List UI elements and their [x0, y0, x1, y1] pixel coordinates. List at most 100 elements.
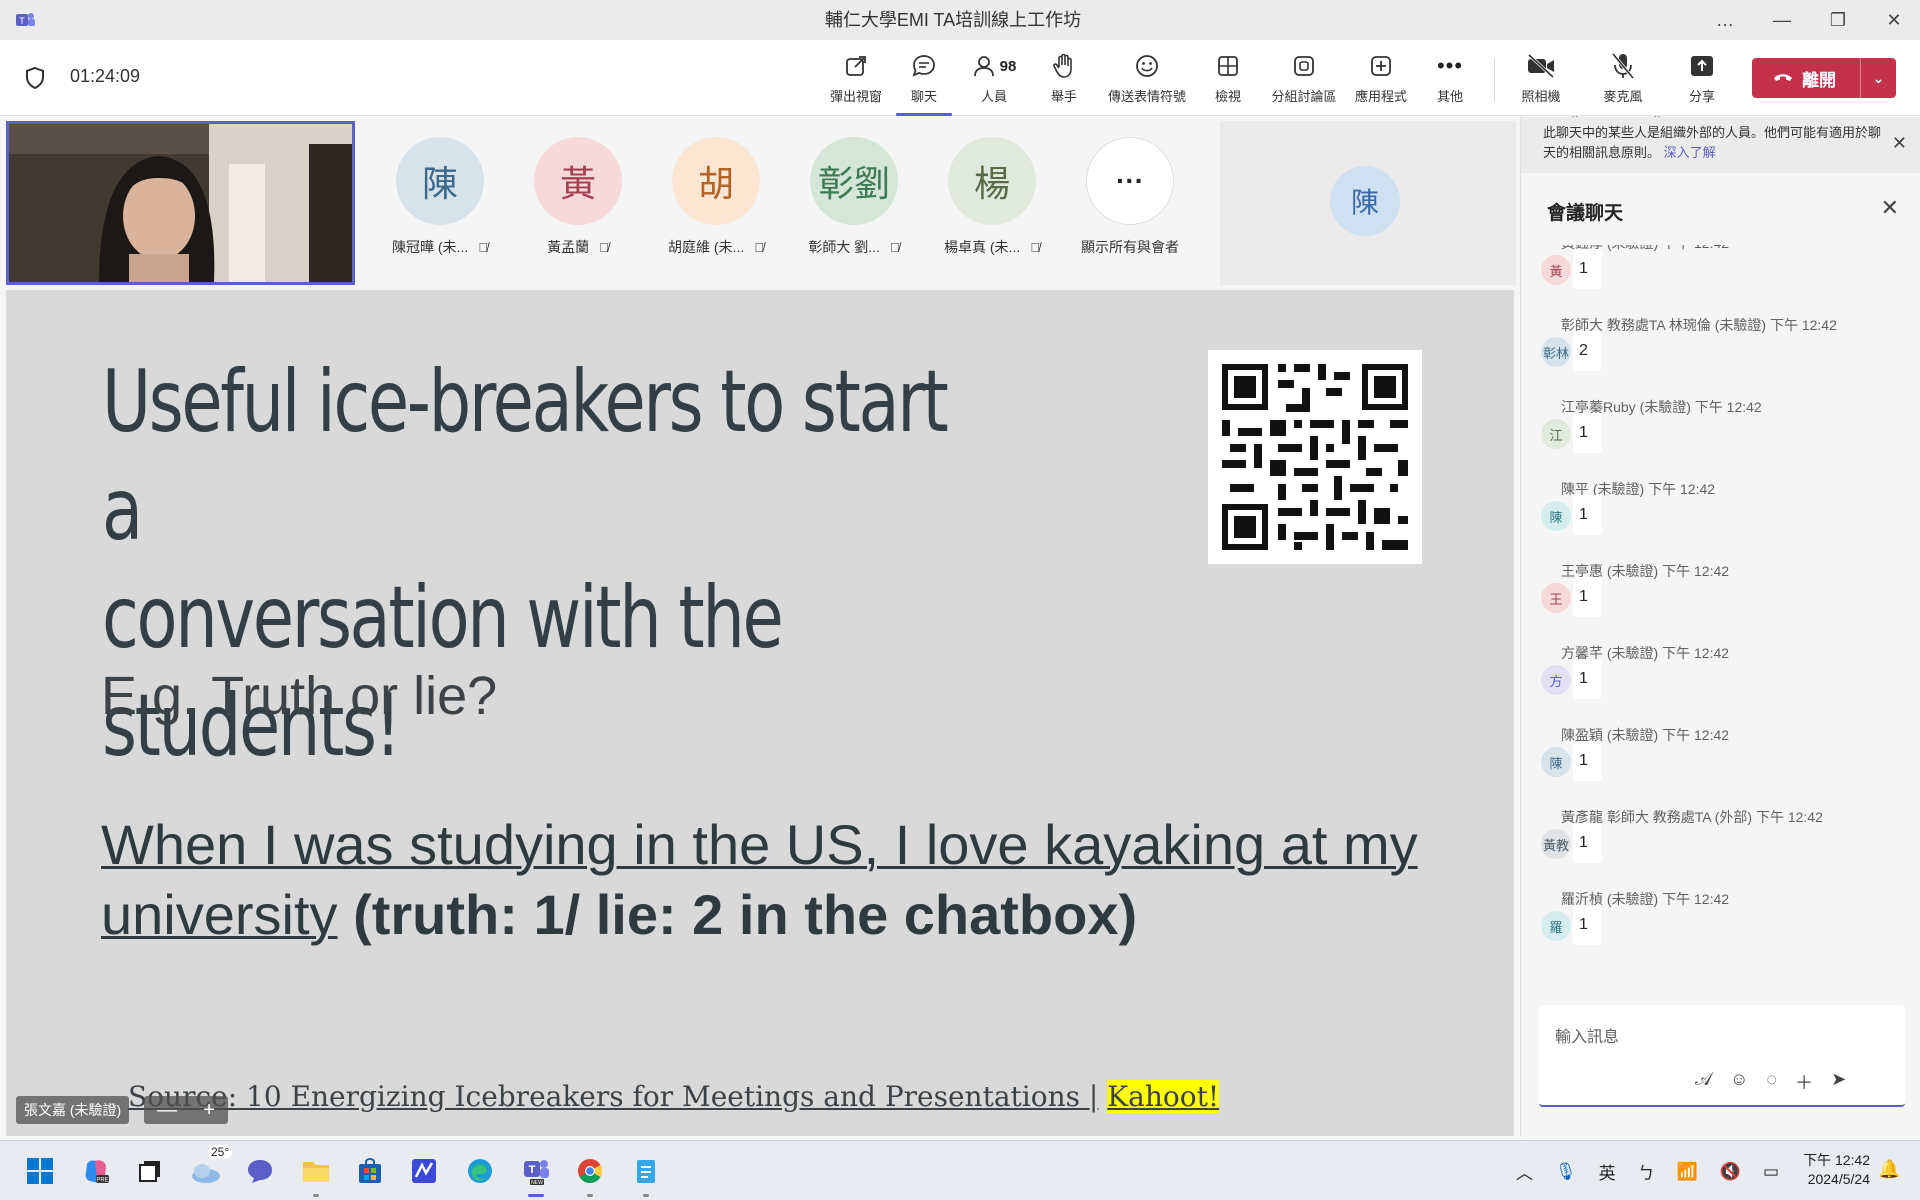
- apps-button[interactable]: 應用程式: [1352, 50, 1410, 112]
- view-icon: [1218, 56, 1238, 76]
- running-indicator: [587, 1194, 593, 1197]
- message-input[interactable]: 輸入訊息: [1555, 1023, 1619, 1047]
- clock-time: 下午 12:42: [1803, 1152, 1870, 1168]
- running-indicator: [643, 1194, 649, 1197]
- mic-muted-icon: 🎙̸: [1030, 240, 1040, 255]
- compose-box[interactable]: 輸入訊息 𝒜 ☺ ◌ ＋ ➤: [1539, 1005, 1905, 1107]
- avatar: 羅: [1541, 911, 1571, 941]
- close-window-button[interactable]: ✕: [1866, 0, 1920, 40]
- restore-button[interactable]: ❐: [1810, 0, 1866, 40]
- teams-chat-taskbar-icon[interactable]: [240, 1151, 280, 1191]
- notification-bell-icon[interactable]: 🔔: [1878, 1159, 1900, 1180]
- source-link-highlight[interactable]: Kahoot!: [1107, 1080, 1220, 1113]
- avatar: 王: [1541, 583, 1571, 613]
- emoji-icon[interactable]: ☺: [1730, 1069, 1748, 1095]
- start-button[interactable]: [20, 1151, 60, 1191]
- battery-icon[interactable]: ▭: [1763, 1162, 1779, 1182]
- breakout-icon: [1294, 56, 1314, 76]
- participant-tile[interactable]: 彰劉 彰師大 劉... 🎙̸: [794, 137, 914, 277]
- slide-statement: When I was studying in the US, I love ka…: [101, 810, 1431, 950]
- chat-icon: [912, 55, 935, 77]
- avatar: 黃: [534, 137, 622, 225]
- participant-name: 楊卓真 (未...: [944, 239, 1021, 255]
- statement-instruction: (truth: 1/ lie: 2 in the chatbox): [353, 883, 1138, 946]
- participant-name: 胡庭維 (未...: [668, 239, 745, 255]
- breakout-rooms-button[interactable]: 分組討論區: [1268, 50, 1340, 112]
- input-mode-icon[interactable]: ㄅ: [1638, 1159, 1655, 1184]
- people-icon: [973, 56, 994, 77]
- apps-icon: [1371, 56, 1391, 76]
- more-button[interactable]: ••• 其他: [1422, 50, 1478, 112]
- learn-more-link[interactable]: 深入了解: [1664, 145, 1716, 160]
- active-tab-indicator: [896, 113, 952, 116]
- show-hidden-icons-chevron-icon[interactable]: ︿: [1516, 1159, 1533, 1184]
- pop-out-button[interactable]: 彈出視窗: [826, 50, 886, 112]
- file-explorer-taskbar-icon[interactable]: [296, 1151, 336, 1197]
- chat-message-list[interactable]: 黃鈺淳 (未驗證) 下午 12:42 黃 1 彰師大 教務處TA 林琬倫 (未驗…: [1521, 245, 1920, 1107]
- breakout-label: 分組討論區: [1271, 89, 1337, 104]
- share-icon: [1691, 56, 1713, 76]
- message-text: 1: [1573, 577, 1602, 617]
- task-view-taskbar-icon[interactable]: [130, 1151, 170, 1191]
- send-icon[interactable]: ➤: [1831, 1069, 1846, 1095]
- compose-toolbar: 𝒜 ☺ ◌ ＋ ➤: [1695, 1069, 1846, 1095]
- weather-temperature: 25°: [208, 1145, 233, 1159]
- whiteboard-taskbar-icon[interactable]: [404, 1151, 444, 1191]
- leave-main[interactable]: 離開: [1752, 58, 1860, 98]
- avatar: 江: [1541, 419, 1571, 449]
- participant-tile[interactable]: 黃 黃孟蘭 🎙̸: [518, 137, 638, 277]
- attach-icon[interactable]: ＋: [1795, 1069, 1813, 1095]
- react-button[interactable]: 傳送表情符號: [1102, 50, 1192, 112]
- chrome-taskbar-icon[interactable]: [570, 1151, 610, 1197]
- participant-tile[interactable]: 胡 胡庭維 (未... 🎙̸: [656, 137, 776, 277]
- title-bar: T 輔仁大學EMI TA培訓線上工作坊 … — ❐ ✕: [0, 0, 1920, 40]
- dismiss-notice-icon[interactable]: ✕: [1892, 133, 1907, 153]
- teams-taskbar-icon[interactable]: T NEW: [516, 1151, 556, 1197]
- show-all-participants-button[interactable]: ··· 顯示所有與會者: [1070, 137, 1190, 277]
- whiteboard-icon: [412, 1159, 436, 1183]
- store-taskbar-icon[interactable]: [350, 1151, 390, 1191]
- leave-options-chevron-icon[interactable]: ⌄: [1861, 70, 1896, 87]
- format-icon[interactable]: 𝒜: [1695, 1069, 1712, 1095]
- zoom-in-button[interactable]: +: [203, 1099, 215, 1122]
- camera-button[interactable]: 照相機: [1512, 50, 1570, 112]
- more-icon: •••: [1436, 53, 1464, 78]
- speaker-muted-icon[interactable]: 🔇: [1720, 1162, 1741, 1182]
- share-button[interactable]: 分享: [1674, 50, 1730, 112]
- participant-count: 98: [999, 57, 1017, 75]
- toolbar-divider: [1494, 58, 1495, 102]
- more-options-icon[interactable]: …: [1697, 0, 1753, 40]
- zoom-out-button[interactable]: —: [157, 1099, 177, 1122]
- microphone-in-use-icon[interactable]: 🎙: [1555, 1162, 1577, 1182]
- edge-taskbar-icon[interactable]: [460, 1151, 500, 1191]
- leave-button[interactable]: 離開 ⌄: [1752, 58, 1896, 98]
- notepad-taskbar-icon[interactable]: [626, 1151, 666, 1197]
- participant-tile-large[interactable]: 陳: [1220, 121, 1516, 285]
- pop-out-label: 彈出視窗: [829, 89, 882, 104]
- weather-widget[interactable]: 25°: [186, 1145, 233, 1191]
- message-text: 1: [1573, 249, 1602, 289]
- more-participants-icon: ···: [1086, 137, 1174, 225]
- loop-component-icon[interactable]: ◌: [1766, 1069, 1777, 1095]
- raise-hand-button[interactable]: 舉手: [1036, 50, 1092, 112]
- taskbar-clock[interactable]: 下午 12:42 2024/5/24: [1790, 1151, 1870, 1189]
- participant-tile[interactable]: 楊 楊卓真 (未... 🎙̸: [932, 137, 1052, 277]
- people-button[interactable]: 98 人員: [964, 50, 1024, 112]
- self-video-tile[interactable]: [6, 121, 355, 285]
- slide-title-line-1: Useful ice-breakers to start a: [102, 352, 949, 560]
- chat-button[interactable]: 聊天: [896, 50, 952, 116]
- wifi-icon[interactable]: 📶: [1677, 1162, 1698, 1182]
- avatar: 陳: [1541, 747, 1571, 777]
- input-method-indicator[interactable]: 英: [1599, 1159, 1616, 1184]
- participant-tile[interactable]: 陳 陳冠曄 (未... 🎙̸: [380, 137, 500, 277]
- close-chat-icon[interactable]: ✕: [1881, 195, 1899, 221]
- windows-logo-icon: [27, 1158, 53, 1184]
- active-indicator: [528, 1194, 544, 1197]
- copilot-taskbar-icon[interactable]: PRE: [76, 1151, 116, 1191]
- camera-off-icon: [1527, 53, 1555, 79]
- view-button[interactable]: 檢視: [1200, 50, 1256, 112]
- source-link[interactable]: 10 Energizing Icebreakers for Meetings a…: [246, 1080, 1098, 1113]
- shared-content-stage: Useful ice-breakers to start a conversat…: [6, 290, 1514, 1136]
- microphone-button[interactable]: 麥克風: [1594, 50, 1652, 112]
- minimize-button[interactable]: —: [1754, 0, 1810, 40]
